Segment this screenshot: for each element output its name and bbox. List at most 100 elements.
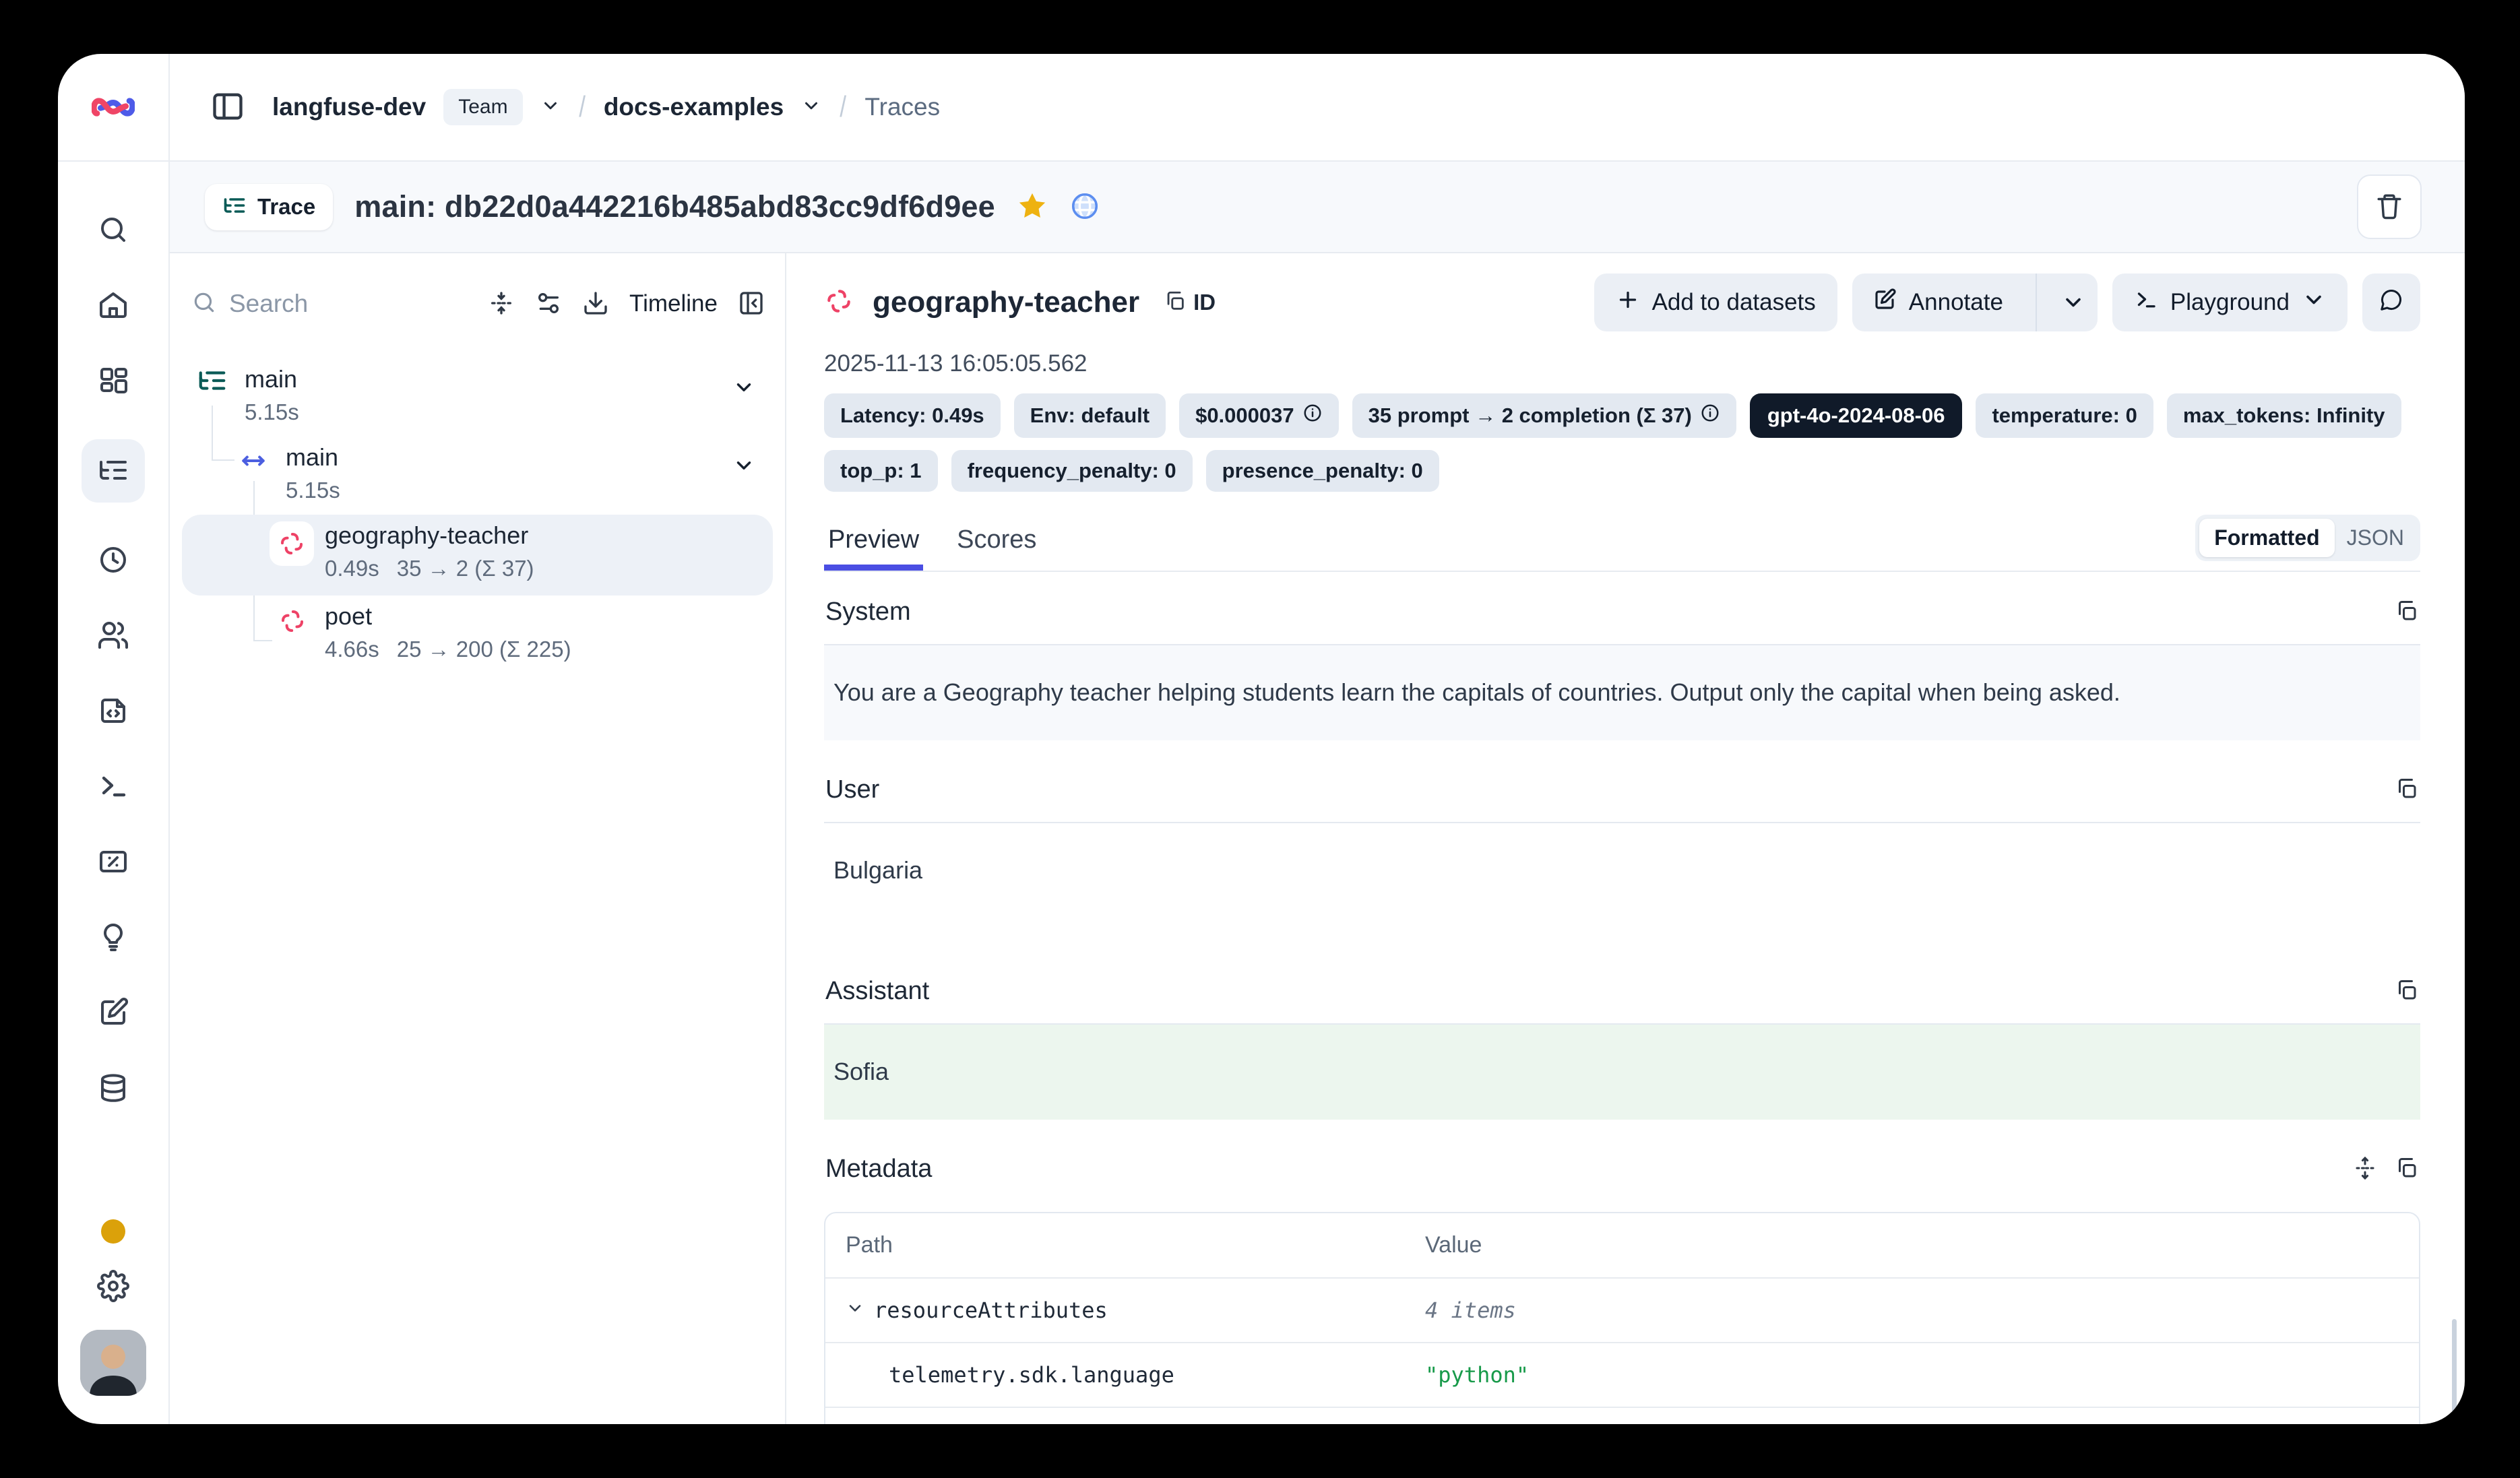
chevron-down-icon[interactable] [732,454,755,480]
star-icon [1017,191,1048,224]
bookmark-star-button[interactable] [1017,191,1048,224]
terminal-icon [2134,288,2158,318]
rail-item-dashboard[interactable] [96,364,131,399]
top-p-badge: top_p: 1 [824,450,938,492]
assistant-section-header: Assistant [824,951,2420,1023]
id-label: ID [1193,290,1216,315]
observation-title: geography-teacher [873,286,1139,319]
left-icon-rail [58,54,170,1424]
dashboard-grid-icon [97,364,129,399]
globe-icon [1069,191,1100,224]
cost-badge[interactable]: $0.000037 [1179,393,1339,438]
download-button[interactable] [582,290,609,319]
detail-actions: Add to datasets Annotate P [1594,274,2420,331]
terminal-icon [97,770,129,804]
database-icon [97,1072,129,1106]
annotate-button[interactable]: Annotate [1852,274,2023,331]
trace-type-label: Trace [257,194,315,220]
info-icon [1302,403,1323,428]
tokens-badge[interactable]: 35 prompt → 2 completion (Σ 37) [1352,393,1736,438]
collapse-panel-button[interactable] [738,290,765,319]
rail-item-annotation[interactable] [96,996,131,1031]
breadcrumb-separator: / [579,90,586,124]
add-to-datasets-button[interactable]: Add to datasets [1594,274,1837,331]
collapse-all-button[interactable] [488,290,515,319]
rail-item-datasets[interactable] [96,1071,131,1106]
tree-search-input[interactable] [229,290,391,318]
tree-node-duration: 5.15s [245,399,299,425]
column-value: Value [1425,1232,2399,1258]
badge-row: Latency: 0.49s Env: default $0.000037 35… [824,393,2420,492]
plus-icon [1616,288,1640,318]
metadata-row-sdk-name[interactable]: telemetry.sdk.name "opentelemetry" [825,1407,2419,1424]
app-window: langfuse-dev Team / docs-examples / Trac… [58,54,2465,1424]
rail-item-settings[interactable] [96,1269,131,1304]
annotate-split-button[interactable]: Annotate [1852,274,2098,331]
langfuse-logo [58,54,168,162]
unfold-vertical-icon [2353,1156,2377,1182]
rail-item-traces[interactable] [82,439,145,503]
tree-toolbar: Timeline [182,271,773,330]
public-globe-button[interactable] [1069,191,1100,224]
expand-metadata-button[interactable] [2353,1156,2377,1182]
tree-row-geography-teacher[interactable]: geography-teacher 0.49s 35 → 2 (Σ 37) [182,515,773,596]
view-toggle-formatted[interactable]: Formatted [2199,519,2334,557]
model-badge[interactable]: gpt-4o-2024-08-06 [1750,393,1963,438]
playground-button[interactable]: Playground [2112,274,2348,331]
sidebar-toggle-button[interactable] [210,89,245,126]
timeline-toggle[interactable]: Timeline [629,290,718,317]
copy-icon [2395,777,2419,803]
view-toggle: Formatted JSON [2195,515,2420,561]
copy-id[interactable]: ID [1164,290,1216,316]
generation-icon [270,521,314,566]
metadata-row-resource-attributes[interactable]: resourceAttributes 4 items [825,1277,2419,1342]
rail-item-users[interactable] [96,618,131,653]
tree-row-trace-main[interactable]: main 5.15s [182,358,773,437]
trace-type-pill: Trace [205,184,333,230]
annotate-dropdown[interactable] [2049,274,2098,331]
tree-settings-button[interactable] [535,290,562,319]
metadata-table: Path Value resourceAttributes 4 items te… [824,1212,2420,1424]
metadata-label: Metadata [825,1155,932,1184]
chevron-down-icon[interactable] [540,96,561,119]
rail-icon-list [58,162,168,1424]
copy-system-button[interactable] [2395,599,2419,625]
breadcrumb-page-traces[interactable]: Traces [864,93,940,121]
rail-item-playground[interactable] [96,769,131,804]
scrollbar-thumb[interactable] [2452,1319,2457,1420]
chevron-down-icon[interactable] [846,1297,864,1323]
delete-trace-button[interactable] [2357,174,2422,239]
fold-vertical-icon [488,290,515,319]
view-toggle-json[interactable]: JSON [2335,519,2416,557]
tree-search [191,290,468,319]
breadcrumb-env[interactable]: docs-examples [604,93,784,121]
user-section-header: User [824,740,2420,822]
rail-item-search[interactable] [96,213,131,248]
metadata-row-sdk-language[interactable]: telemetry.sdk.language "python" [825,1342,2419,1407]
copy-user-button[interactable] [2395,777,2419,803]
rail-item-sessions[interactable] [96,543,131,578]
rail-item-home[interactable] [96,288,131,323]
tab-scores[interactable]: Scores [953,525,1040,571]
observation-timestamp: 2025-11-13 16:05:05.562 [824,350,2420,377]
breadcrumb-project[interactable]: langfuse-dev [272,93,426,121]
comments-button[interactable] [2362,274,2420,331]
search-icon [191,290,217,319]
rail-item-evaluation[interactable] [96,845,131,880]
chevron-down-icon[interactable] [732,376,755,402]
user-avatar[interactable] [80,1330,146,1396]
tab-preview[interactable]: Preview [824,525,923,571]
detail-header: geography-teacher ID Add to datasets [824,274,2420,331]
tree-row-poet[interactable]: poet 4.66s 25 → 200 (Σ 225) [182,596,773,676]
square-pen-icon [1872,288,1897,318]
chevron-down-icon[interactable] [801,96,821,119]
tree-row-span-main[interactable]: main 5.15s [182,437,773,515]
clock-icon [97,544,129,578]
rail-item-insights[interactable] [96,920,131,955]
rail-item-prompts[interactable] [96,694,131,729]
copy-assistant-button[interactable] [2395,978,2419,1004]
search-icon [97,214,129,248]
copy-metadata-button[interactable] [2395,1156,2419,1182]
team-badge[interactable]: Team [443,89,522,125]
rail-bottom-group [58,1219,168,1424]
